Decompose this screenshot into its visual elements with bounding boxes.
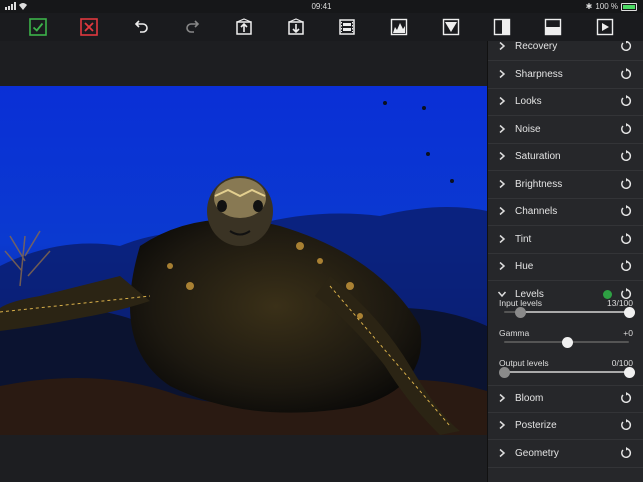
import-button[interactable] bbox=[286, 17, 306, 37]
reset-icon[interactable] bbox=[620, 446, 632, 459]
chevron-right-icon bbox=[499, 69, 506, 78]
histogram-button[interactable] bbox=[389, 17, 409, 37]
panel-item-channels[interactable]: Channels bbox=[488, 198, 643, 226]
chevron-right-icon bbox=[499, 420, 506, 430]
crop-button[interactable] bbox=[441, 17, 461, 37]
bluetooth-icon: ✱ bbox=[585, 2, 593, 11]
panel-item-label: Hue bbox=[515, 261, 534, 272]
reset-icon[interactable] bbox=[620, 95, 632, 107]
reset-icon[interactable] bbox=[620, 391, 632, 404]
gamma-label: Gamma bbox=[499, 327, 530, 338]
accept-button[interactable] bbox=[28, 17, 48, 37]
adjustments-panel: Recovery Sharpness Looks Noise Saturatio… bbox=[487, 41, 643, 482]
output-levels-value: 0/100 bbox=[611, 357, 633, 368]
gamma-value: +0 bbox=[623, 327, 633, 338]
output-levels-slider[interactable] bbox=[499, 366, 635, 378]
cancel-button[interactable] bbox=[79, 17, 99, 37]
reset-icon[interactable] bbox=[620, 122, 632, 135]
panel-item-label: Recovery bbox=[515, 41, 558, 52]
undo-button[interactable] bbox=[131, 17, 151, 37]
panel-item-looks[interactable]: Looks bbox=[488, 88, 643, 116]
battery-icon bbox=[621, 2, 637, 11]
film-button[interactable] bbox=[337, 17, 357, 37]
chevron-right-icon bbox=[499, 96, 506, 106]
panel-item-bloom[interactable]: Bloom bbox=[488, 385, 643, 413]
slider-knob[interactable] bbox=[561, 336, 573, 348]
slider-range bbox=[520, 310, 629, 313]
play-button[interactable] bbox=[595, 17, 615, 37]
panel-item-posterize[interactable]: Posterize bbox=[488, 412, 643, 440]
panel-item-label: Tint bbox=[515, 233, 532, 245]
box-down-icon bbox=[288, 18, 304, 35]
chevron-right-icon bbox=[499, 151, 506, 161]
sea-turtle-image bbox=[0, 86, 487, 435]
panel-item-sharpness[interactable]: Sharpness bbox=[488, 61, 643, 89]
chevron-right-icon bbox=[499, 448, 506, 457]
battery-percent: 100 % bbox=[595, 2, 618, 11]
split-horizontal-button[interactable] bbox=[543, 17, 563, 37]
check-icon bbox=[29, 18, 47, 36]
reset-icon[interactable] bbox=[620, 150, 632, 162]
reset-icon[interactable] bbox=[620, 67, 632, 80]
panel-item-recovery[interactable]: Recovery bbox=[488, 41, 643, 61]
slider-low-knob[interactable] bbox=[515, 306, 527, 318]
panel-item-label: Bloom bbox=[515, 392, 544, 404]
reset-icon[interactable] bbox=[620, 205, 632, 217]
input-levels-slider[interactable] bbox=[504, 306, 635, 318]
chevron-right-icon bbox=[499, 124, 506, 133]
panel-item-label: Geometry bbox=[515, 447, 559, 459]
panel-item-geometry[interactable]: Geometry bbox=[488, 440, 643, 468]
film-icon bbox=[339, 19, 355, 35]
crop-icon bbox=[442, 18, 460, 36]
toolbar bbox=[0, 13, 643, 41]
split-v-icon bbox=[493, 18, 511, 36]
status-time: 09:41 bbox=[311, 2, 332, 11]
panel-item-label: Brightness bbox=[515, 178, 563, 190]
panel-item-brightness[interactable]: Brightness bbox=[488, 171, 643, 199]
x-icon bbox=[80, 18, 98, 36]
split-h-icon bbox=[544, 18, 562, 36]
panel-item-label: Sharpness bbox=[515, 68, 563, 80]
chevron-right-icon bbox=[499, 261, 506, 271]
chevron-right-icon bbox=[499, 179, 506, 188]
panel-item-label: Noise bbox=[515, 123, 541, 135]
output-levels-label: Output levels bbox=[499, 357, 549, 368]
panel-item-tint[interactable]: Tint bbox=[488, 226, 643, 254]
slider-range bbox=[504, 370, 629, 373]
reset-icon[interactable] bbox=[620, 177, 632, 190]
reset-icon[interactable] bbox=[620, 419, 632, 431]
box-up-icon bbox=[236, 18, 252, 35]
photo-preview[interactable] bbox=[0, 86, 487, 435]
reset-icon[interactable] bbox=[620, 41, 632, 52]
slider-low-knob[interactable] bbox=[499, 366, 510, 378]
reset-icon[interactable] bbox=[620, 260, 632, 272]
panel-item-label: Posterize bbox=[515, 420, 557, 431]
status-bar: 09:41 ✱ 100 % bbox=[0, 0, 643, 13]
undo-icon bbox=[134, 20, 148, 33]
slider-high-knob[interactable] bbox=[624, 366, 635, 378]
panel-item-label: Looks bbox=[515, 96, 542, 107]
chevron-right-icon bbox=[499, 393, 506, 402]
panel-item-label: Saturation bbox=[515, 151, 561, 162]
chevron-right-icon bbox=[499, 41, 506, 51]
split-vertical-button[interactable] bbox=[492, 17, 512, 37]
chevron-right-icon bbox=[499, 234, 506, 243]
redo-icon bbox=[186, 20, 200, 33]
histogram-icon bbox=[390, 18, 408, 36]
panel-item-hue[interactable]: Hue bbox=[488, 253, 643, 281]
play-icon bbox=[596, 18, 614, 36]
gamma-slider[interactable] bbox=[504, 336, 629, 348]
chevron-right-icon bbox=[499, 206, 506, 216]
reset-icon[interactable] bbox=[620, 232, 632, 245]
panel-item-noise[interactable]: Noise bbox=[488, 116, 643, 144]
slider-high-knob[interactable] bbox=[624, 306, 635, 318]
levels-section: Levels Input levels 13/100 Gamma +0 Output le… bbox=[488, 281, 643, 386]
panel-item-label: Channels bbox=[515, 206, 558, 217]
panel-item-saturation[interactable]: Saturation bbox=[488, 143, 643, 171]
export-button[interactable] bbox=[234, 17, 254, 37]
redo-button[interactable] bbox=[183, 17, 203, 37]
